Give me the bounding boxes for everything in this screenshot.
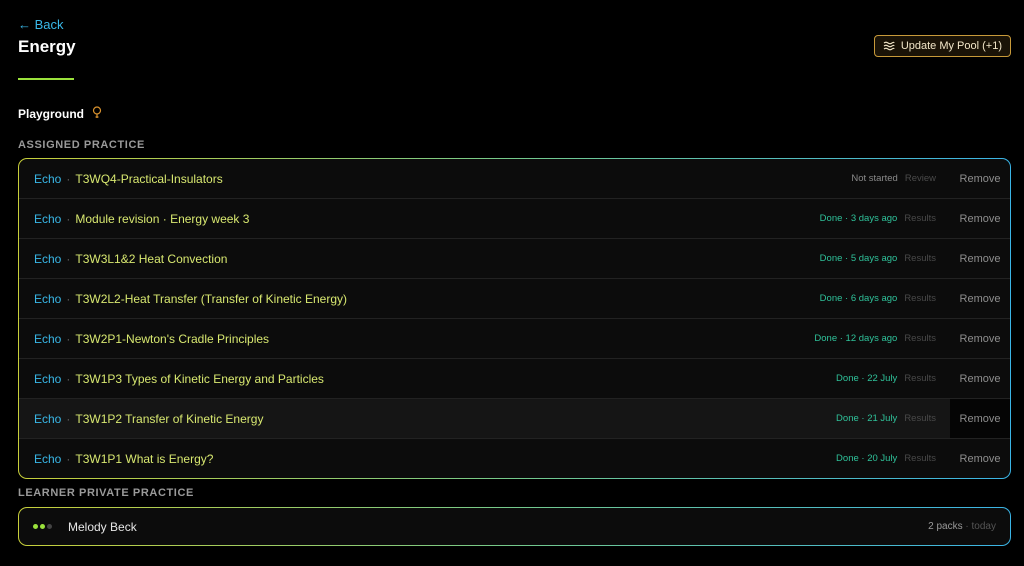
row-status-group: Done · 12 days ago Results (814, 333, 936, 344)
page: ← Back Energy Update My Pool (+1) Playgr… (0, 0, 1024, 566)
row-title[interactable]: T3W2L2-Heat Transfer (Transfer of Kineti… (75, 292, 347, 306)
progress-dot (47, 524, 52, 529)
row-status: Done · 22 July (836, 373, 898, 384)
row-status-group: Done · 22 July Results (836, 373, 936, 384)
back-link[interactable]: ← Back (18, 17, 64, 32)
remove-button[interactable]: Remove (950, 319, 1010, 358)
row-status: Done · 6 days ago (819, 293, 898, 304)
remove-button[interactable]: Remove (950, 239, 1010, 278)
remove-button[interactable]: Remove (950, 279, 1010, 318)
learner-packs: 2 packs (928, 521, 963, 532)
row-status-group: Not started Review (851, 173, 936, 184)
learner-meta: 2 packs · today (928, 521, 996, 532)
waves-icon (883, 41, 895, 51)
learner-row[interactable]: Melody Beck 2 packs · today (19, 508, 1010, 545)
remove-button[interactable]: Remove (950, 399, 1010, 438)
lightbulb-icon (92, 106, 102, 122)
row-sep: · (66, 411, 71, 426)
row-status: Done · 12 days ago (814, 333, 898, 344)
row-status: Done · 5 days ago (819, 253, 898, 264)
playground-heading[interactable]: Playground (18, 106, 102, 122)
table-row[interactable]: Echo · T3W2P1-Newton's Cradle Principles Do… (19, 319, 1010, 359)
row-sep: · (66, 251, 71, 266)
row-status-group: Done · 6 days ago Results (820, 293, 936, 304)
table-row[interactable]: Echo · T3W2L2-Heat Transfer (Transfer of K… (19, 279, 1010, 319)
remove-button[interactable]: Remove (950, 159, 1010, 198)
row-title[interactable]: T3W3L1&2 Heat Convection (75, 252, 227, 266)
remove-button[interactable]: Remove (950, 439, 1010, 478)
row-prefix: Echo (34, 411, 62, 426)
row-prefix: Echo (34, 171, 62, 186)
progress-dot (40, 524, 45, 529)
assigned-practice-heading: ASSIGNED PRACTICE (18, 139, 145, 151)
row-prefix: Echo (34, 331, 62, 346)
update-pool-button[interactable]: Update My Pool (+1) (873, 35, 1011, 57)
row-prefix: Echo (34, 451, 62, 466)
row-status: Done · 20 July (836, 453, 898, 464)
row-action-link[interactable]: Review (905, 173, 936, 184)
page-title: Energy (18, 37, 76, 56)
row-status-group: Done · 5 days ago Results (820, 253, 936, 264)
row-action-link[interactable]: Results (904, 213, 936, 224)
row-sep: · (66, 211, 71, 226)
row-sep: · (66, 331, 71, 346)
assigned-practice-card: Echo · T3WQ4-Practical-Insulators Not start… (18, 158, 1011, 479)
table-row[interactable]: Echo · T3WQ4-Practical-Insulators Not start… (19, 159, 1010, 199)
progress-dot (33, 524, 38, 529)
playground-label: Playground (18, 107, 85, 121)
row-prefix: Echo (34, 291, 62, 306)
row-title[interactable]: T3W1P2 Transfer of Kinetic Energy (75, 412, 263, 426)
row-status-group: Done · 20 July Results (836, 453, 936, 464)
table-row[interactable]: Echo · T3W1P2 Transfer of Kinetic Energy Do… (19, 399, 1010, 439)
row-action-link[interactable]: Results (904, 453, 936, 464)
row-sep: · (66, 451, 71, 466)
learner-practice-card: Melody Beck 2 packs · today (18, 507, 1011, 546)
title-underline (18, 78, 74, 80)
row-status-group: Done · 3 days ago Results (820, 213, 936, 224)
row-title[interactable]: T3W1P3 Types of Kinetic Energy and Parti… (75, 372, 324, 386)
row-action-link[interactable]: Results (904, 253, 936, 264)
learner-name: Melody Beck (68, 519, 137, 534)
row-action-link[interactable]: Results (904, 293, 936, 304)
row-status-group: Done · 21 July Results (836, 413, 936, 424)
table-row[interactable]: Echo · Module revision · Energy week 3 Done… (19, 199, 1010, 239)
row-action-link[interactable]: Results (904, 333, 936, 344)
row-prefix: Echo (34, 371, 62, 386)
learner-when: today (971, 521, 996, 532)
table-row[interactable]: Echo · T3W1P1 What is Energy? Done · 20 Jul… (19, 439, 1010, 478)
row-title[interactable]: T3W1P1 What is Energy? (75, 452, 213, 466)
update-pool-label: Update My Pool (+1) (900, 40, 1002, 52)
row-status: Done · 21 July (836, 413, 898, 424)
row-sep: · (66, 371, 71, 386)
back-label: ← Back (18, 17, 64, 32)
row-title[interactable]: T3WQ4-Practical-Insulators (75, 172, 222, 186)
row-sep: · (66, 171, 71, 186)
row-prefix: Echo (34, 211, 62, 226)
row-title[interactable]: T3W2P1-Newton's Cradle Principles (75, 332, 269, 346)
row-prefix: Echo (34, 251, 62, 266)
row-status: Done · 3 days ago (819, 213, 898, 224)
table-row[interactable]: Echo · T3W3L1&2 Heat Convection Done · 5 da… (19, 239, 1010, 279)
row-title[interactable]: Module revision · Energy week 3 (75, 212, 249, 226)
learner-practice-heading: LEARNER PRIVATE PRACTICE (18, 487, 194, 499)
remove-button[interactable]: Remove (950, 199, 1010, 238)
row-status: Not started (851, 173, 898, 184)
row-action-link[interactable]: Results (904, 373, 936, 384)
row-sep: · (66, 291, 71, 306)
row-action-link[interactable]: Results (904, 413, 936, 424)
remove-button[interactable]: Remove (950, 359, 1010, 398)
progress-dots-icon (33, 524, 52, 529)
table-row[interactable]: Echo · T3W1P3 Types of Kinetic Energy and … (19, 359, 1010, 399)
assigned-practice-list: Echo · T3WQ4-Practical-Insulators Not start… (19, 159, 1010, 478)
learner-meta-sep: · (965, 521, 969, 532)
